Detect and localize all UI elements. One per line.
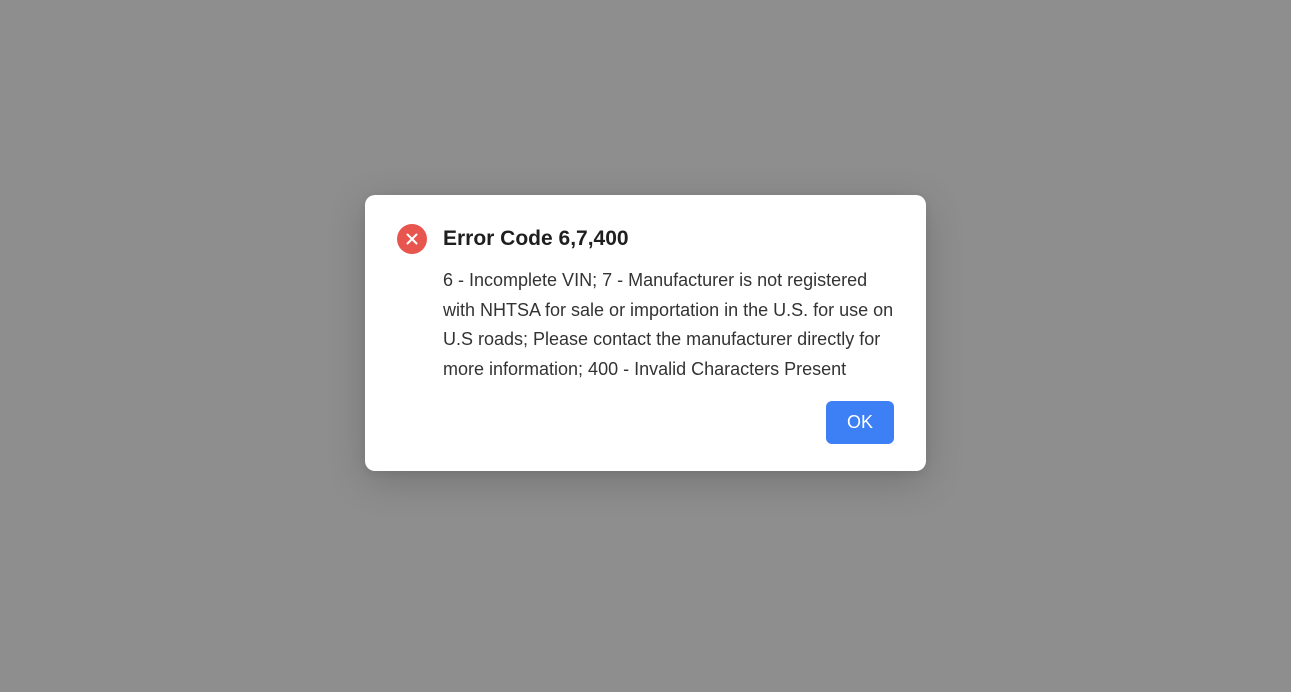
- dialog-message: 6 - Incomplete VIN; 7 - Manufacturer is …: [443, 270, 894, 380]
- error-icon: [397, 224, 427, 254]
- error-dialog: Error Code 6,7,400 6 - Incomplete VIN; 7…: [365, 195, 926, 471]
- close-x-glyph: [406, 233, 418, 245]
- dialog-title: Error Code 6,7,400: [443, 227, 629, 250]
- ok-button[interactable]: OK: [826, 401, 894, 444]
